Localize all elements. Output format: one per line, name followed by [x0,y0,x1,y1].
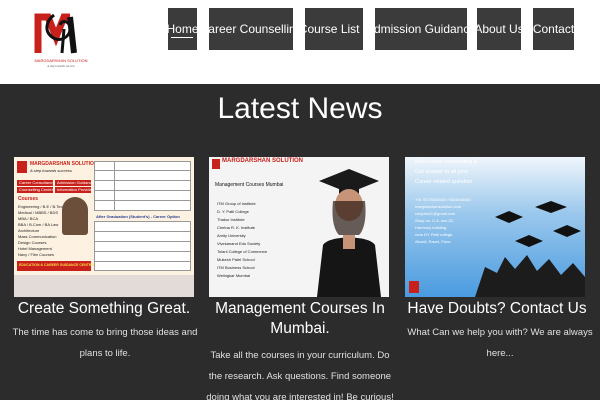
contact-line-2: Get answer to all your [415,169,469,175]
mgmt-heading: Management Courses Mumbai [215,182,284,188]
nav-active-indicator [171,37,193,38]
mgmt-college-7: Tolani College of Commerce [217,249,268,254]
card-1-text: The time has come to bring those ideas a… [12,327,198,359]
brochure-section-title: After Graduation (Student's) - Career Op… [96,214,180,219]
brochure-table-rule-1 [94,170,191,171]
brochure-table-2-rule-2 [94,241,191,242]
card-2-text: Take all the courses in your curriculum.… [206,350,394,400]
nav-about-us[interactable]: About Us [474,8,524,50]
brochure-tagline: A step towards success [30,168,72,173]
brochure-student-photo [62,197,88,235]
brochure-table-2-rule-4 [94,261,191,262]
brochure-table [94,161,191,211]
mgmt-college-2: D. Y. Patil College [217,209,249,214]
brochure-table-rule-2 [94,180,191,181]
graduation-caps-illustration [475,201,585,297]
card-3-image[interactable]: Best career counselling & Get answer to … [405,157,585,297]
card-1-title[interactable]: Create Something Great. [8,299,200,319]
brochure-course-1: Engineering / B.E / B.Tech. [18,204,66,209]
card-3-text: What Can we help you with? We are always… [407,327,593,359]
contact-website: margdarshansolution.com [415,204,462,209]
contact-line-3: Career related question [415,179,473,185]
graduate-illustration [317,169,381,297]
contact-logo-icon [409,281,419,293]
brochure-table-2-rule-1 [94,231,191,232]
nav-course-list-label: Course List [298,22,360,36]
brochure-tab-3: Counselling Center [19,187,54,192]
contact-address-4: Akurdi, Ravet, Pune [415,239,451,244]
site-header: MARGDARSHAN SOLUTION A step towards succ… [0,0,600,84]
logo-brand-text: MARGDARSHAN SOLUTION [34,58,87,63]
card-2-image[interactable]: MARGDARSHAN SOLUTION Management Courses … [209,157,389,297]
nav-contact[interactable]: Contact [533,8,574,50]
brochure-brand: MARGDARSHAN SOLUTION [30,161,98,167]
nav-career-counselling[interactable]: Career Counselling [200,8,302,50]
brochure-course-8: Hotel Management [18,246,52,251]
brochure-tab-1: Career Consultancy [19,180,55,185]
nav-home-label: Home [166,22,199,36]
mgmt-college-5: Amity University [217,233,246,238]
mgmt-college-4: Chetna R. K. Institute [217,225,256,230]
brochure-course-9: Navy / Film Courses [18,252,55,257]
nav-contact-label: Contact [532,22,575,36]
brochure-logo-icon [17,161,27,173]
brochure-tab-2: Admission Guidance [57,180,94,185]
nav-home[interactable]: Home [166,8,199,50]
contact-line-1: Best career counselling & [415,159,478,165]
margdarshan-logo[interactable]: MARGDARSHAN SOLUTION A step towards succ… [34,7,88,71]
brochure-course-6: Mass Communication [18,234,57,239]
brochure-footer [14,275,194,297]
nav-admission-guidance[interactable]: Admission Guidance [366,8,476,50]
brochure-table-rule-3 [94,190,191,191]
brochure-table-2 [94,221,191,271]
brochure-courses-heading: Courses [18,196,39,202]
mgmt-logo-icon [212,159,220,169]
nav-admission-guidance-label: Admission Guidance [365,22,477,36]
latest-news-heading: Latest News [217,92,383,125]
logo-tagline-text: A step towards success [46,64,75,68]
brochure-banner: EDUCATION & CAREER GUIDANCE CENTRE [19,263,94,267]
brochure-table-2-rule-3 [94,251,191,252]
contact-phone: +91 9372008333 / 9324444446 [415,197,471,202]
brochure-course-3: MBA / BCA [18,216,39,221]
mgmt-college-10: Welingkar Mumbai [217,273,251,278]
contact-address-1: Shop no. C-4, sec-32, [415,218,454,223]
brochure-course-2: Medical / MBBS / BDS [18,210,59,215]
mgmt-college-1: ITM Group of Institute [217,201,256,206]
contact-address-3: near DY Patil college, [415,232,454,237]
brochure-table-col [114,161,115,211]
brochure-course-5: Architecture [18,228,40,233]
card-3-title[interactable]: Have Doubts? Contact Us [402,299,592,319]
brochure-course-7: Design Courses [18,240,47,245]
mgmt-college-9: ITM Business School [217,265,255,270]
brochure-table-rule-4 [94,200,191,201]
card-1-image[interactable]: MARGDARSHAN SOLUTION A step towards succ… [14,157,194,297]
nav-about-us-label: About Us [474,22,524,36]
contact-address-2: Harmony building, [415,225,448,230]
brochure-tab-4: Information Provider [57,187,94,192]
contact-email: cdnjobs11@gmail.com [415,211,456,216]
mgmt-college-8: Mukesh Patel School [217,257,255,262]
mgmt-brand: MARGDARSHAN SOLUTION [222,158,303,164]
brochure-course-4: BBA / B.Com / BA Law [18,222,59,227]
mgmt-college-6: Vivekanand Edu Society [217,241,261,246]
mgmt-college-3: Thakur Institute [217,217,245,222]
nav-course-list[interactable]: Course List ⌄ [299,8,369,50]
card-2-title[interactable]: Management Courses In Mumbai. [205,299,395,339]
nav-career-counselling-label: Career Counselling [199,22,303,36]
